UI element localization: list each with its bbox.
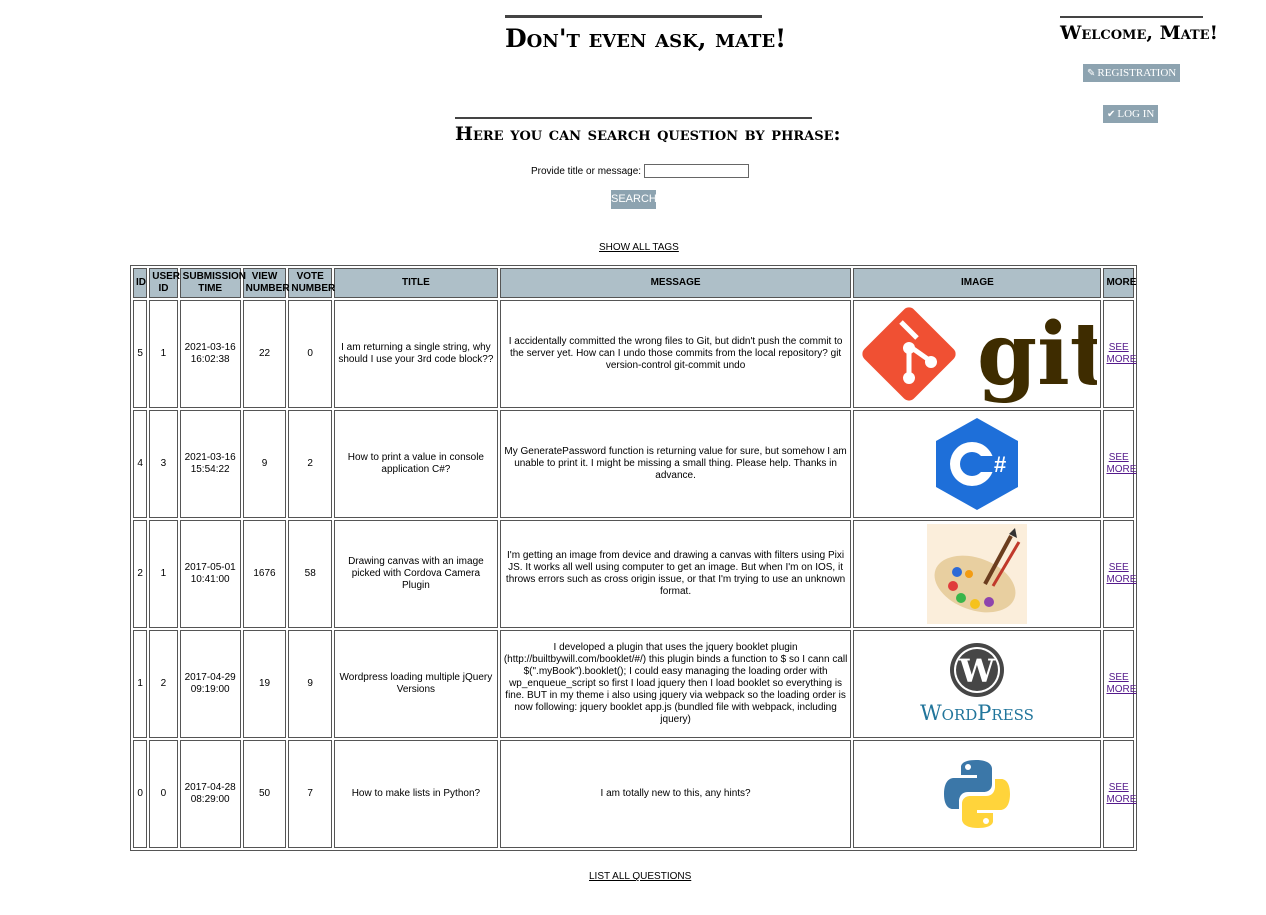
- login-button[interactable]: ✔ LOG IN: [1103, 105, 1159, 123]
- cell-image: #: [853, 410, 1102, 518]
- cell-submission-time: 2021-03-16 16:02:38: [179, 300, 241, 408]
- svg-text:W: W: [958, 652, 996, 690]
- cell-view-number: 19: [242, 630, 287, 738]
- cell-id: 5: [133, 300, 148, 408]
- cell-submission-time: 2021-03-16 15:54:22: [179, 410, 241, 518]
- cell-more: SEE MORE: [1103, 740, 1136, 848]
- cell-title: I am returning a single string, why shou…: [334, 300, 498, 408]
- cell-vote-number: 9: [288, 630, 333, 738]
- header-view-number: VIEW NUMBER: [242, 268, 290, 298]
- cell-title: How to print a value in console applicat…: [334, 410, 498, 518]
- search-form: Provide title or message:: [531, 164, 750, 178]
- wordpress-logo-icon: W WordPress: [920, 643, 1034, 725]
- cell-title: Drawing canvas with an image picked with…: [334, 520, 498, 628]
- header-submission-time: SUBMISSION TIME: [179, 268, 246, 298]
- cell-id: 1: [133, 630, 148, 738]
- svg-text:#: #: [994, 452, 1006, 477]
- header-vote-number: VOTE NUMBER: [288, 268, 335, 298]
- svg-text:git: git: [977, 304, 1097, 405]
- cell-user-id: 3: [149, 410, 178, 518]
- cell-vote-number: 2: [288, 410, 333, 518]
- cell-user-id: 1: [149, 300, 178, 408]
- cell-user-id: 1: [149, 520, 178, 628]
- cell-view-number: 1676: [242, 520, 287, 628]
- registration-button[interactable]: ✎ REGISTRATION: [1083, 64, 1181, 82]
- see-more-link[interactable]: SEE MORE: [1106, 672, 1136, 695]
- see-more-link[interactable]: SEE MORE: [1106, 452, 1136, 475]
- header-user-id: USER ID: [149, 268, 180, 298]
- cell-image: [853, 740, 1102, 848]
- questions-table: ID USER ID SUBMISSION TIME VIEW NUMBER V…: [130, 265, 1137, 851]
- cell-more: SEE MORE: [1103, 410, 1136, 518]
- check-icon: ✔: [1107, 109, 1116, 120]
- table-row: 0 0 2017-04-28 08:29:00 50 7 How to make…: [133, 740, 1136, 848]
- csharp-logo-icon: #: [936, 418, 1019, 510]
- cell-submission-time: 2017-05-01 10:41:00: [179, 520, 241, 628]
- welcome-message: Welcome, Mate!: [1060, 16, 1218, 44]
- cell-more: SEE MORE: [1103, 300, 1136, 408]
- table-row: 5 1 2021-03-16 16:02:38 22 0 I am return…: [133, 300, 1136, 408]
- cell-vote-number: 7: [288, 740, 333, 848]
- cell-id: 4: [133, 410, 148, 518]
- table-row: 4 3 2021-03-16 15:54:22 9 2 How to print…: [133, 410, 1136, 518]
- cell-message: I developed a plugin that uses the jquer…: [499, 630, 852, 738]
- header-image: IMAGE: [853, 268, 1102, 298]
- cell-view-number: 9: [242, 410, 287, 518]
- search-input[interactable]: [644, 164, 750, 178]
- cell-message: I'm getting an image from device and dra…: [499, 520, 852, 628]
- header-more: MORE: [1103, 268, 1136, 298]
- cell-user-id: 2: [149, 630, 178, 738]
- list-all-questions-link[interactable]: LIST ALL QUESTIONS: [589, 871, 691, 882]
- cell-vote-number: 0: [288, 300, 333, 408]
- header-id: ID: [133, 268, 148, 298]
- git-logo-icon: git: [862, 304, 1097, 405]
- cell-view-number: 22: [242, 300, 287, 408]
- python-logo-icon: [944, 760, 1011, 828]
- cell-message: I accidentally committed the wrong files…: [499, 300, 852, 408]
- cell-message: I am totally new to this, any hints?: [499, 740, 852, 848]
- registration-label: REGISTRATION: [1097, 67, 1177, 79]
- cell-more: SEE MORE: [1103, 630, 1136, 738]
- see-more-link[interactable]: SEE MORE: [1106, 562, 1136, 585]
- show-all-tags-link[interactable]: SHOW ALL TAGS: [599, 242, 679, 253]
- cell-id: 2: [133, 520, 148, 628]
- site-title: Don't even ask, mate!: [505, 15, 786, 53]
- table-row: 2 1 2017-05-01 10:41:00 1676 58 Drawing …: [133, 520, 1136, 628]
- search-button[interactable]: SEARCH: [611, 190, 657, 209]
- svg-text:WordPress: WordPress: [920, 701, 1034, 725]
- cell-view-number: 50: [242, 740, 287, 848]
- cell-vote-number: 58: [288, 520, 333, 628]
- search-field-label: Provide title or message:: [531, 165, 642, 177]
- cell-image: [853, 520, 1102, 628]
- table-header-row: ID USER ID SUBMISSION TIME VIEW NUMBER V…: [133, 268, 1136, 298]
- table-row: 1 2 2017-04-29 09:19:00 19 9 Wordpress l…: [133, 630, 1136, 738]
- paint-palette-icon: [927, 524, 1028, 624]
- header-title: TITLE: [334, 268, 498, 298]
- cell-submission-time: 2017-04-29 09:19:00: [179, 630, 241, 738]
- cell-image: git: [853, 300, 1102, 408]
- see-more-link[interactable]: SEE MORE: [1106, 782, 1136, 805]
- cell-message: My GeneratePassword function is returnin…: [499, 410, 852, 518]
- search-heading: Here you can search question by phrase:: [455, 117, 841, 145]
- cell-image: W WordPress: [853, 630, 1102, 738]
- cell-more: SEE MORE: [1103, 520, 1136, 628]
- cell-submission-time: 2017-04-28 08:29:00: [179, 740, 241, 848]
- cell-user-id: 0: [149, 740, 178, 848]
- see-more-link[interactable]: SEE MORE: [1106, 342, 1136, 365]
- cell-title: How to make lists in Python?: [334, 740, 498, 848]
- cell-id: 0: [133, 740, 148, 848]
- header-message: MESSAGE: [499, 268, 852, 298]
- login-label: LOG IN: [1117, 108, 1155, 120]
- edit-icon: ✎: [1087, 68, 1096, 79]
- cell-title: Wordpress loading multiple jQuery Versio…: [334, 630, 498, 738]
